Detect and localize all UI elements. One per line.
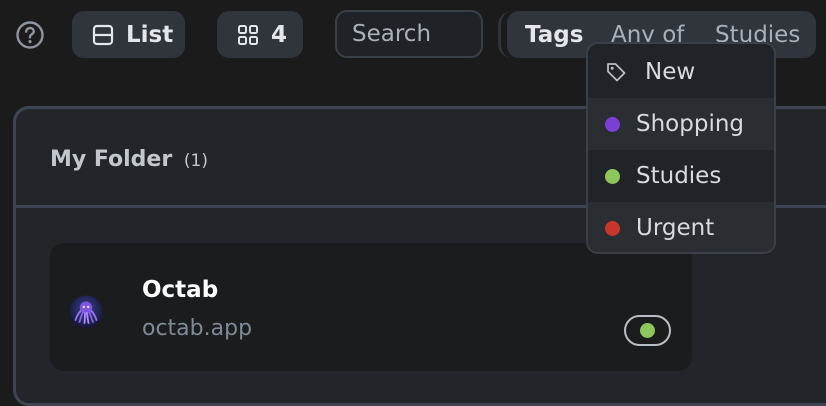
new-tag-option[interactable]: New bbox=[588, 46, 774, 98]
bookmark-tag-badge[interactable] bbox=[624, 315, 671, 346]
tag-option-label: Shopping bbox=[636, 111, 745, 137]
tag-option-label: Urgent bbox=[636, 215, 715, 241]
list-view-label: List bbox=[126, 21, 174, 48]
tag-option-studies[interactable]: Studies bbox=[588, 150, 774, 202]
folder-title: My Folder (1) bbox=[50, 147, 208, 172]
tag-option-urgent[interactable]: Urgent bbox=[588, 202, 774, 252]
bookmark-url: octab.app bbox=[142, 316, 253, 341]
folder-name: My Folder bbox=[50, 147, 173, 172]
list-view-button[interactable]: List bbox=[72, 11, 185, 58]
grid-icon bbox=[238, 24, 258, 45]
octopus-icon bbox=[69, 295, 103, 329]
tag-option-label: Studies bbox=[636, 163, 722, 189]
grid-columns-button[interactable]: 4 bbox=[217, 11, 303, 58]
tag-color-dot bbox=[605, 116, 620, 132]
search-input[interactable] bbox=[335, 10, 483, 58]
tag-icon bbox=[607, 63, 626, 82]
tag-option-shopping[interactable]: Shopping bbox=[588, 98, 774, 150]
tag-dropdown-menu: New Shopping Studies Urgent bbox=[586, 42, 776, 254]
list-layout-icon bbox=[92, 24, 114, 45]
new-tag-label: New bbox=[645, 59, 696, 85]
tag-color-dot bbox=[605, 220, 620, 236]
bookmark-title: Octab bbox=[142, 277, 219, 303]
tag-color-dot bbox=[605, 168, 620, 184]
bookmark-card[interactable]: Octab octab.app bbox=[50, 243, 692, 371]
tag-color-dot bbox=[640, 323, 655, 338]
folder-count: (1) bbox=[183, 151, 208, 171]
question-circle-icon[interactable] bbox=[15, 20, 45, 50]
tags-filter-label: Tags bbox=[525, 21, 584, 48]
grid-columns-count: 4 bbox=[271, 21, 288, 48]
